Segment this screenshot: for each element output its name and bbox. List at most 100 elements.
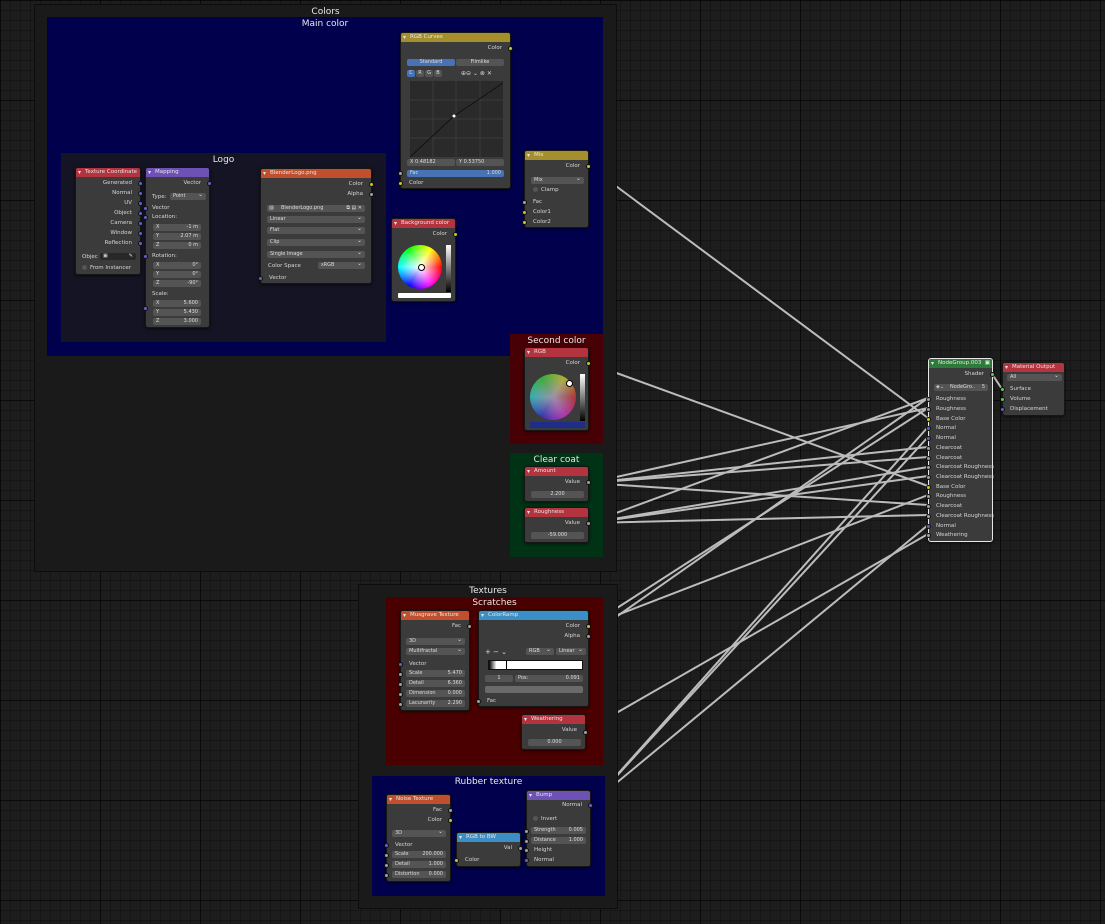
noise-texture-node[interactable]: Noise Texture Fac Color 3D Vector Scale 2… bbox=[384, 794, 453, 882]
rotation-x-field[interactable]: X 0° bbox=[153, 262, 201, 269]
node-header[interactable]: ColorRamp bbox=[479, 611, 588, 620]
rotation-z-field[interactable]: Z -90° bbox=[153, 280, 201, 287]
input-socket[interactable] bbox=[926, 417, 931, 422]
mix-node[interactable]: Mix Color Mix Clamp Fac Color1 Color2 bbox=[522, 150, 591, 228]
ramp-stop[interactable] bbox=[506, 660, 507, 669]
scale-y-field[interactable]: Y 5.430 bbox=[153, 309, 201, 316]
tab-standard[interactable]: Standard bbox=[407, 59, 455, 66]
rgb-node[interactable]: RGB Color bbox=[524, 347, 591, 431]
output-socket[interactable] bbox=[990, 372, 995, 377]
distance-field[interactable]: Distance 1.000 bbox=[531, 837, 586, 844]
curve-graph[interactable] bbox=[410, 81, 503, 157]
output-socket[interactable] bbox=[586, 521, 591, 526]
node-tree-datablock[interactable]: ◈⌄ NodeGro.. 5 bbox=[934, 384, 988, 391]
input-socket[interactable] bbox=[524, 858, 529, 863]
rotation-y-field[interactable]: Y 0° bbox=[153, 271, 201, 278]
curve-x-readout[interactable]: X 0.48182 bbox=[407, 159, 455, 166]
output-socket[interactable] bbox=[588, 803, 593, 808]
output-socket[interactable] bbox=[508, 46, 513, 51]
input-socket[interactable] bbox=[143, 206, 148, 211]
output-socket[interactable] bbox=[138, 201, 143, 206]
scale-field[interactable]: Scale 5.470 bbox=[406, 670, 465, 677]
interpolation-dropdown[interactable]: Linear bbox=[267, 216, 365, 223]
node-header[interactable]: RGB bbox=[525, 348, 588, 357]
input-socket[interactable] bbox=[143, 254, 148, 259]
node-header[interactable]: Mapping bbox=[146, 168, 209, 177]
eyedropper-icon[interactable]: ✎ bbox=[129, 253, 133, 260]
render-target-dropdown[interactable]: All bbox=[1007, 374, 1062, 381]
node-header[interactable]: Noise Texture bbox=[387, 795, 450, 804]
extension-dropdown[interactable]: Clip bbox=[267, 239, 365, 246]
image-datablock-field[interactable]: ▨ BlenderLogo.png ⧉ ▤ ✕ bbox=[267, 205, 365, 212]
input-socket[interactable] bbox=[926, 514, 931, 519]
output-socket[interactable] bbox=[138, 221, 143, 226]
interpolation-dropdown[interactable]: Linear bbox=[556, 648, 586, 655]
colorramp-node[interactable]: ColorRamp Color Alpha + − ⌄ RGB Linear 1… bbox=[476, 610, 591, 707]
input-socket[interactable] bbox=[926, 533, 931, 538]
output-socket[interactable] bbox=[448, 808, 453, 813]
active-stop-index[interactable]: 1 bbox=[485, 675, 513, 682]
location-z-field[interactable]: Z 0 m bbox=[153, 242, 201, 249]
source-dropdown[interactable]: Single Image bbox=[267, 251, 365, 258]
output-socket[interactable] bbox=[207, 181, 212, 186]
dimension-field[interactable]: Dimension 0.000 bbox=[406, 690, 465, 697]
input-socket[interactable] bbox=[398, 662, 403, 667]
mapping-node[interactable]: Mapping Vector Type: Point Vector Locati… bbox=[143, 167, 212, 328]
node-header[interactable]: Roughness bbox=[525, 508, 588, 517]
color-wheel[interactable] bbox=[530, 374, 576, 420]
node-header[interactable]: Musgrave Texture bbox=[401, 611, 469, 620]
background-color-node[interactable]: Background color Color bbox=[391, 218, 458, 302]
input-socket[interactable] bbox=[384, 863, 389, 868]
scale-z-field[interactable]: Z 3.000 bbox=[153, 318, 201, 325]
dimensions-dropdown[interactable]: 3D bbox=[406, 638, 465, 645]
input-socket[interactable] bbox=[522, 220, 527, 225]
distortion-field[interactable]: Distortion 0.000 bbox=[392, 871, 446, 878]
node-group-node[interactable]: NodeGroup.003▣ Shader ◈⌄ NodeGro.. 5 Rough… bbox=[926, 358, 995, 542]
input-socket[interactable] bbox=[926, 446, 931, 451]
color-space-dropdown[interactable]: sRGB bbox=[318, 262, 365, 269]
input-socket[interactable] bbox=[398, 181, 403, 186]
input-socket[interactable] bbox=[258, 276, 263, 281]
output-socket[interactable] bbox=[369, 182, 374, 187]
rgb-to-bw-node[interactable]: RGB to BW Val Color bbox=[454, 832, 523, 867]
from-instancer-checkbox[interactable]: From Instancer bbox=[82, 264, 131, 272]
output-socket[interactable] bbox=[467, 624, 472, 629]
value-field[interactable]: 0.000 bbox=[528, 739, 581, 746]
input-socket[interactable] bbox=[1000, 387, 1005, 392]
musgrave-type-dropdown[interactable]: Multifractal bbox=[406, 648, 465, 655]
detail-field[interactable]: Detail 6.360 bbox=[406, 680, 465, 687]
color-picker-handle[interactable] bbox=[418, 264, 425, 271]
output-socket[interactable] bbox=[586, 164, 591, 169]
node-header[interactable]: Background color bbox=[392, 219, 455, 228]
amount-value-node[interactable]: Amount Value 2.200 bbox=[524, 466, 591, 502]
dimensions-dropdown[interactable]: 3D bbox=[392, 830, 446, 837]
input-socket[interactable] bbox=[143, 306, 148, 311]
input-socket[interactable] bbox=[143, 215, 148, 220]
fac-slider[interactable]: Fac 1.000 bbox=[407, 170, 504, 177]
output-socket[interactable] bbox=[453, 232, 458, 237]
texture-coordinate-node[interactable]: Texture Coordinate Generated Normal UV O… bbox=[75, 167, 143, 275]
node-header[interactable]: Amount bbox=[525, 467, 588, 476]
node-header[interactable]: Texture Coordinate bbox=[76, 168, 140, 177]
color-wheel[interactable] bbox=[398, 245, 442, 289]
node-header[interactable]: Bump bbox=[527, 791, 590, 800]
value-field[interactable]: -59.000 bbox=[531, 532, 584, 539]
input-socket[interactable] bbox=[398, 171, 403, 176]
input-socket[interactable] bbox=[926, 504, 931, 509]
node-header[interactable]: Material Output bbox=[1003, 363, 1064, 372]
input-socket[interactable] bbox=[926, 494, 931, 499]
input-socket[interactable] bbox=[926, 397, 931, 402]
output-socket[interactable] bbox=[138, 241, 143, 246]
input-socket[interactable] bbox=[926, 465, 931, 470]
color-picker-handle[interactable] bbox=[566, 380, 573, 387]
checkbox-icon[interactable] bbox=[82, 265, 87, 270]
input-socket[interactable] bbox=[1000, 397, 1005, 402]
projection-dropdown[interactable]: Flat bbox=[267, 227, 365, 234]
input-socket[interactable] bbox=[926, 426, 931, 431]
blend-mode-dropdown[interactable]: Mix bbox=[531, 177, 584, 184]
checkbox-icon[interactable] bbox=[533, 187, 538, 192]
node-header[interactable]: RGB Curves bbox=[401, 33, 510, 42]
input-socket[interactable] bbox=[926, 485, 931, 490]
input-socket[interactable] bbox=[398, 692, 403, 697]
input-socket[interactable] bbox=[926, 407, 931, 412]
